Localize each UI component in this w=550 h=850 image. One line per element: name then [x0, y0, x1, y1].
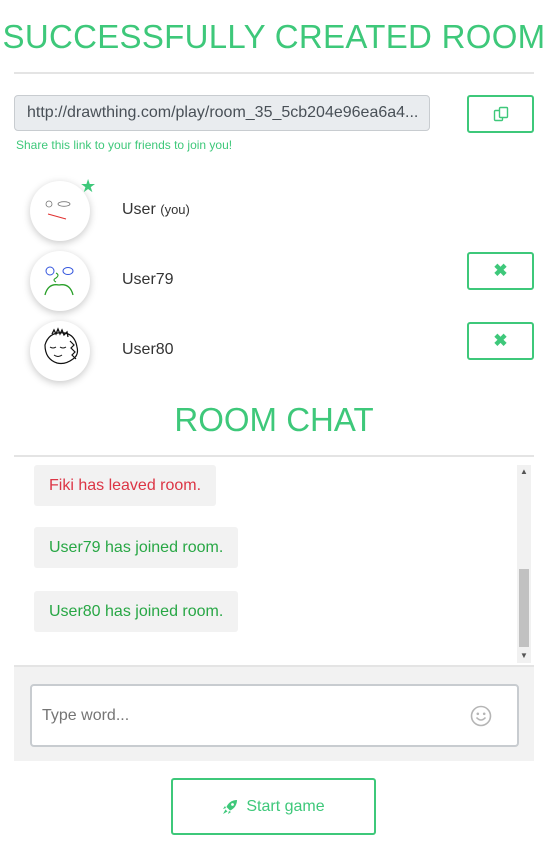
player-name: User (you) [122, 201, 190, 219]
start-game-button[interactable]: Start game [171, 778, 376, 835]
avatar [30, 321, 90, 381]
owner-star-icon: ★ [80, 176, 97, 196]
room-link-field[interactable] [14, 95, 430, 131]
player-row: User80 ✖ [0, 321, 550, 381]
start-game-label: Start game [246, 797, 325, 815]
chat-message: Fiki has leaved room. [34, 465, 217, 506]
scroll-thumb[interactable] [519, 569, 529, 647]
copy-icon [493, 106, 508, 122]
close-icon: ✖ [493, 331, 508, 350]
player-name: User79 [122, 271, 174, 288]
chat-input[interactable] [30, 684, 519, 747]
chat-footer [14, 665, 534, 761]
smiley-icon[interactable] [470, 705, 492, 727]
avatar-drawing [44, 266, 74, 296]
chat-message: User80 has joined room. [34, 591, 239, 632]
player-row: ★ User (you) [0, 177, 550, 241]
share-hint: Share this link to your friends to join … [16, 138, 233, 152]
divider [14, 72, 534, 74]
page-title: SUCCESSFULLY CREATED ROOM [2, 18, 546, 55]
rocket-icon [223, 799, 238, 814]
chat-message: User79 has joined room. [34, 527, 239, 568]
close-icon: ✖ [493, 261, 508, 280]
player-name: User80 [122, 341, 174, 358]
you-tag: (you) [160, 202, 190, 217]
kick-player-button[interactable]: ✖ [467, 322, 534, 360]
scroll-down-arrow-icon[interactable]: ▼ [517, 649, 531, 663]
copy-link-button[interactable] [467, 95, 534, 133]
kick-player-button[interactable]: ✖ [467, 252, 534, 290]
avatar-drawing [44, 327, 79, 365]
player-name-text: User [122, 201, 156, 218]
avatar [30, 251, 90, 311]
chat-title: ROOM CHAT [174, 401, 374, 438]
player-row: User79 ✖ [0, 251, 550, 311]
chat-messages[interactable]: Fiki has leaved room. User79 has joined … [14, 457, 534, 665]
scroll-up-arrow-icon[interactable]: ▲ [517, 465, 531, 479]
chat-scrollbar[interactable]: ▲ ▼ [517, 465, 531, 663]
